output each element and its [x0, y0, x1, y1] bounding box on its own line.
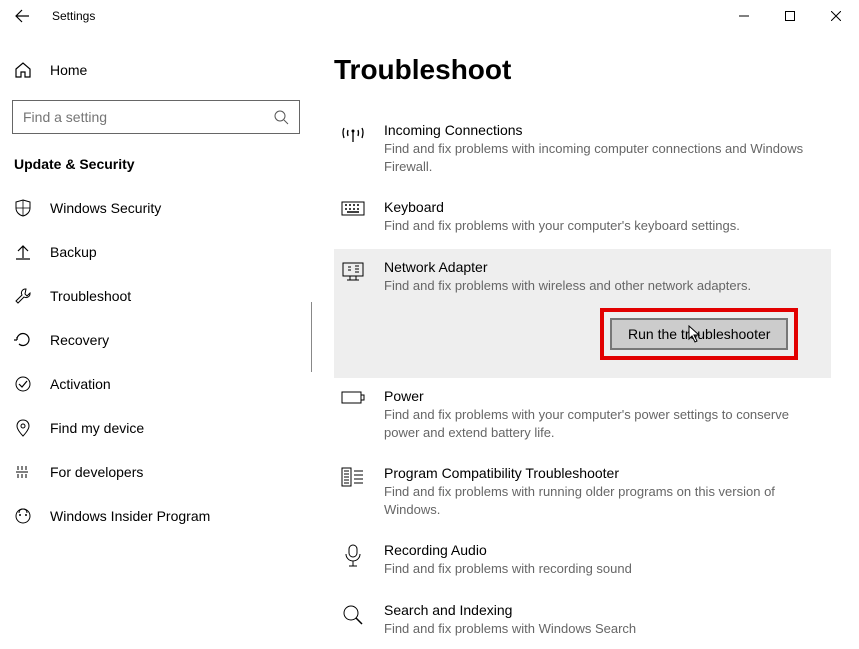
microphone-icon: [343, 544, 363, 568]
search-indexing-icon: [342, 604, 364, 626]
sidebar-item-troubleshoot[interactable]: Troubleshoot: [10, 274, 302, 318]
wrench-icon: [14, 287, 32, 305]
maximize-icon: [785, 11, 795, 21]
home-icon: [14, 61, 32, 79]
minimize-icon: [739, 11, 749, 21]
highlight-box: Run the troubleshooter: [600, 308, 798, 360]
nav-label: Activation: [50, 376, 111, 392]
incoming-connections-icon: [341, 124, 365, 146]
compatibility-icon: [341, 467, 365, 487]
search-icon: [273, 109, 289, 125]
ts-title: Recording Audio: [384, 542, 825, 558]
sidebar-item-backup[interactable]: Backup: [10, 230, 302, 274]
ts-desc: Find and fix problems with running older…: [384, 483, 825, 518]
minimize-button[interactable]: [721, 0, 767, 32]
maximize-button[interactable]: [767, 0, 813, 32]
sidebar: Home Update & Security Windows Security …: [0, 32, 312, 649]
sidebar-item-for-developers[interactable]: For developers: [10, 450, 302, 494]
sidebar-item-home[interactable]: Home: [10, 50, 302, 90]
ts-title: Power: [384, 388, 825, 404]
scroll-indicator[interactable]: [311, 302, 312, 372]
search-input[interactable]: [23, 109, 273, 125]
troubleshooter-program-compatibility[interactable]: Program Compatibility Troubleshooter Fin…: [334, 455, 831, 532]
run-troubleshooter-button[interactable]: Run the troubleshooter: [610, 318, 788, 350]
home-label: Home: [50, 62, 87, 78]
nav-label: Windows Security: [50, 200, 161, 216]
shield-icon: [14, 199, 32, 217]
sidebar-item-activation[interactable]: Activation: [10, 362, 302, 406]
troubleshooter-keyboard[interactable]: Keyboard Find and fix problems with your…: [334, 189, 831, 249]
nav-label: Recovery: [50, 332, 109, 348]
nav-label: Troubleshoot: [50, 288, 131, 304]
close-icon: [831, 11, 841, 21]
back-button[interactable]: [0, 0, 44, 32]
content-pane: Troubleshoot Incoming Connections Find a…: [312, 32, 859, 649]
recovery-icon: [14, 331, 32, 349]
keyboard-icon: [341, 201, 365, 219]
ts-title: Search and Indexing: [384, 602, 825, 618]
nav-label: Find my device: [50, 420, 144, 436]
arrow-left-icon: [14, 8, 30, 24]
nav-label: Backup: [50, 244, 97, 260]
troubleshooter-network-adapter[interactable]: Network Adapter Find and fix problems wi…: [334, 249, 831, 379]
search-box[interactable]: [12, 100, 300, 134]
close-button[interactable]: [813, 0, 859, 32]
ts-desc: Find and fix problems with your computer…: [384, 217, 825, 235]
developers-icon: [14, 463, 32, 481]
nav-label: For developers: [50, 464, 143, 480]
ts-desc: Find and fix problems with wireless and …: [384, 277, 825, 295]
location-icon: [14, 419, 32, 437]
ts-desc: Find and fix problems with your computer…: [384, 406, 825, 441]
sidebar-item-windows-security[interactable]: Windows Security: [10, 186, 302, 230]
troubleshooter-incoming-connections[interactable]: Incoming Connections Find and fix proble…: [334, 112, 831, 189]
troubleshooter-recording-audio[interactable]: Recording Audio Find and fix problems wi…: [334, 532, 831, 592]
ts-title: Incoming Connections: [384, 122, 825, 138]
backup-icon: [14, 243, 32, 261]
troubleshooter-search-indexing[interactable]: Search and Indexing Find and fix problem…: [334, 592, 831, 649]
troubleshooter-power[interactable]: Power Find and fix problems with your co…: [334, 378, 831, 455]
sidebar-item-find-my-device[interactable]: Find my device: [10, 406, 302, 450]
ts-desc: Find and fix problems with Windows Searc…: [384, 620, 825, 638]
app-title: Settings: [44, 9, 95, 23]
insider-icon: [14, 507, 32, 525]
network-adapter-icon: [341, 261, 365, 283]
ts-title: Program Compatibility Troubleshooter: [384, 465, 825, 481]
ts-desc: Find and fix problems with incoming comp…: [384, 140, 825, 175]
cursor-icon: [688, 325, 702, 343]
page-title: Troubleshoot: [334, 54, 831, 86]
activation-icon: [14, 375, 32, 393]
section-header: Update & Security: [10, 152, 302, 186]
sidebar-item-windows-insider[interactable]: Windows Insider Program: [10, 494, 302, 538]
nav-label: Windows Insider Program: [50, 508, 210, 524]
ts-desc: Find and fix problems with recording sou…: [384, 560, 825, 578]
ts-title: Network Adapter: [384, 259, 825, 275]
ts-title: Keyboard: [384, 199, 825, 215]
power-icon: [341, 390, 365, 406]
sidebar-item-recovery[interactable]: Recovery: [10, 318, 302, 362]
